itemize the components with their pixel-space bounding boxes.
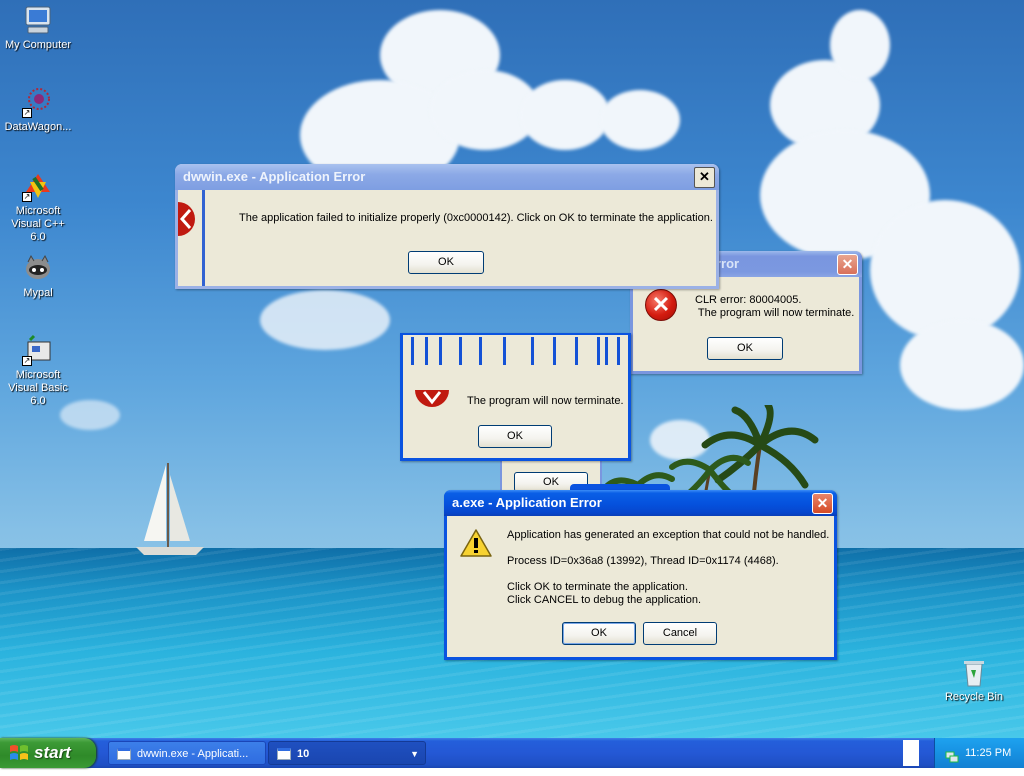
taskbar-white-block [903, 740, 919, 766]
visual-cpp-icon: ↗ [22, 170, 54, 202]
clr-error-title: rror [716, 256, 740, 271]
dwwin-error-title: dwwin.exe - Application Error [183, 169, 366, 184]
recycle-bin-icon [958, 656, 990, 688]
system-tray: 11:25 PM [934, 738, 1024, 768]
desktop-icon-datawagon[interactable]: ↗ DataWagon... [0, 86, 78, 134]
clr-error-message-line1: CLR error: 80004005. [695, 294, 802, 306]
terminate-message: The program will now terminate. [467, 395, 624, 407]
error-icon [415, 390, 449, 407]
shortcut-arrow-icon: ↗ [22, 356, 32, 366]
close-button[interactable]: ✕ [837, 254, 858, 275]
desktop: My Computer ↗ DataWagon... ↗ Microsoft V… [0, 0, 1024, 738]
cloud [900, 320, 1024, 410]
dwwin-error-titlebar[interactable]: dwwin.exe - Application Error ✕ [175, 164, 719, 190]
visual-basic-icon: ↗ [22, 334, 54, 366]
error-icon [178, 202, 195, 236]
aexe-message-line4: Click CANCEL to debug the application. [507, 594, 702, 606]
aexe-message-line2: Process ID=0x36a8 (13992), Thread ID=0x1… [507, 555, 779, 567]
taskbar-item-dwwin[interactable]: dwwin.exe - Applicati... [108, 741, 266, 765]
cancel-button[interactable]: Cancel [643, 622, 717, 645]
desktop-icon-label: Microsoft Visual Basic 6.0 [8, 369, 68, 407]
desktop-icon-label: Microsoft Visual C++ 6.0 [11, 205, 65, 243]
taskbar-item-label: dwwin.exe - Applicati... [137, 748, 249, 760]
terminate-dialog: The program will now terminate. OK [400, 333, 631, 461]
clock[interactable]: 11:25 PM [965, 738, 1011, 768]
cloud [520, 80, 610, 150]
cloud [830, 10, 890, 80]
desktop-icon-label: Recycle Bin [944, 691, 1004, 703]
aexe-message-line1: Application has generated an exception t… [507, 529, 830, 541]
glitched-titlebar [403, 335, 628, 365]
aexe-error-titlebar[interactable]: a.exe - Application Error ✕ [444, 490, 837, 516]
ok-button[interactable]: OK [408, 251, 484, 274]
raccoon-icon [22, 252, 54, 284]
desktop-icon-label: My Computer [4, 39, 72, 51]
error-icon: ✕ [645, 289, 677, 321]
aexe-error-dialog: a.exe - Application Error ✕ Application … [444, 490, 837, 660]
window-icon [277, 748, 291, 760]
close-button[interactable]: ✕ [812, 493, 833, 514]
windows-logo-icon [10, 745, 28, 760]
ok-button[interactable]: OK [562, 622, 636, 645]
start-button[interactable]: start [0, 738, 96, 768]
window-icon [117, 748, 131, 760]
clr-error-message-line2: The program will now terminate. [695, 307, 855, 319]
warning-icon [460, 529, 492, 557]
cloud [260, 290, 390, 350]
dialog-left-edge [202, 190, 205, 286]
desktop-icon-mypal[interactable]: Mypal [0, 252, 78, 300]
close-button[interactable]: ✕ [694, 167, 715, 188]
datawagon-icon: ↗ [22, 86, 54, 118]
computer-icon [22, 4, 54, 36]
ok-button[interactable]: OK [707, 337, 783, 360]
taskbar-item-label: 10 [297, 748, 310, 760]
network-icon[interactable] [945, 746, 959, 763]
taskbar: start dwwin.exe - Applicati... 10 ▼ 11:2… [0, 738, 1024, 768]
dwwin-error-dialog: dwwin.exe - Application Error ✕ The appl… [175, 164, 719, 289]
shortcut-arrow-icon: ↗ [22, 108, 32, 118]
aexe-error-title: a.exe - Application Error [452, 495, 602, 510]
start-label: start [34, 743, 71, 762]
chevron-down-icon: ▼ [410, 749, 419, 759]
desktop-icon-label: Mypal [23, 287, 53, 299]
desktop-icon-label: DataWagon... [4, 121, 72, 133]
desktop-icon-my-computer[interactable]: My Computer [0, 4, 78, 52]
ok-button[interactable]: OK [478, 425, 552, 448]
desktop-icon-recycle-bin[interactable]: Recycle Bin [934, 656, 1014, 704]
aexe-message-line3: Click OK to terminate the application. [507, 581, 688, 593]
cloud [600, 90, 680, 150]
desktop-icon-visual-basic[interactable]: ↗ Microsoft Visual Basic 6.0 [0, 334, 78, 408]
shortcut-arrow-icon: ↗ [22, 192, 32, 202]
dwwin-error-message: The application failed to initialize pro… [239, 212, 713, 224]
sailboat [136, 463, 204, 555]
cloud [870, 200, 1020, 340]
taskbar-item-group[interactable]: 10 ▼ [268, 741, 426, 765]
desktop-icon-visual-cpp[interactable]: ↗ Microsoft Visual C++ 6.0 [0, 170, 78, 244]
